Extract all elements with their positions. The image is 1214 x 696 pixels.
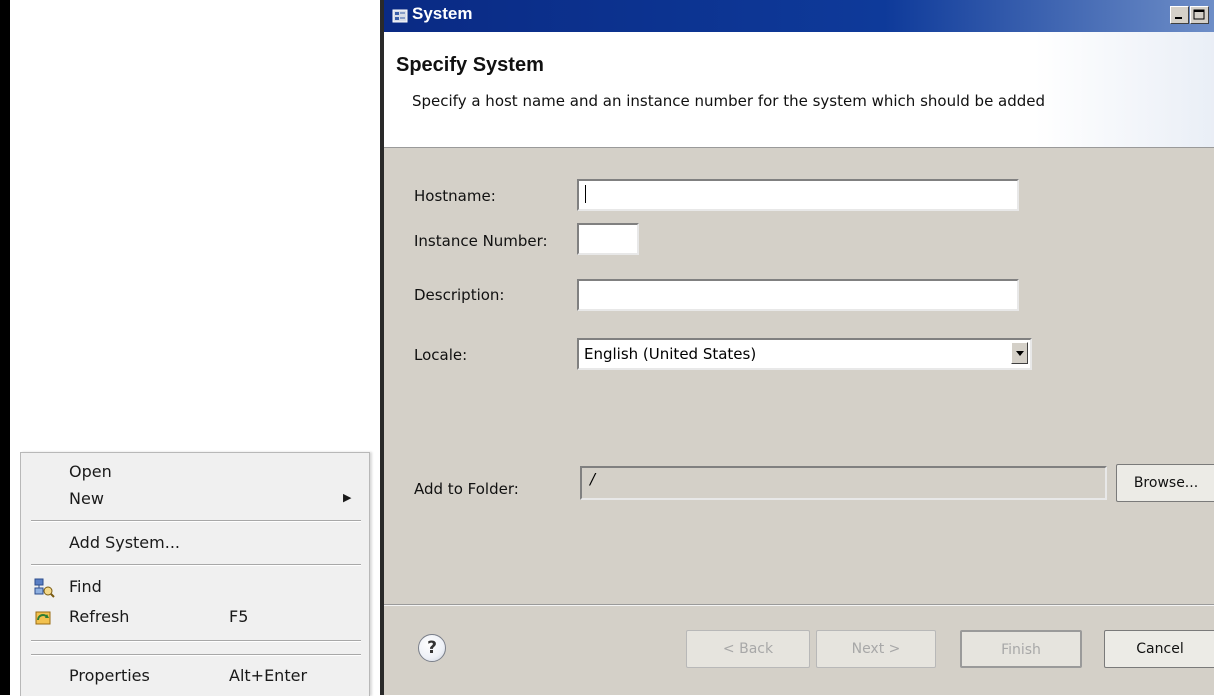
text-caret <box>585 185 586 203</box>
instance-number-label: Instance Number: <box>414 232 548 250</box>
refresh-icon <box>33 607 55 629</box>
description-input[interactable] <box>577 279 1019 311</box>
menu-item-shortcut: F5 <box>229 607 249 626</box>
finish-button[interactable]: Finish <box>960 630 1082 668</box>
cancel-button[interactable]: Cancel <box>1104 630 1214 668</box>
menu-item-label: Add System... <box>69 533 180 552</box>
minimize-button[interactable] <box>1170 6 1189 24</box>
menu-separator <box>31 520 361 522</box>
dialog-title: System <box>412 4 473 23</box>
locale-selected-value: English (United States) <box>584 345 757 363</box>
instance-number-input[interactable] <box>577 223 639 255</box>
menu-item-shortcut: Alt+Enter <box>229 666 308 685</box>
maximize-button[interactable] <box>1190 6 1209 24</box>
next-button[interactable]: Next > <box>816 630 936 668</box>
browse-button[interactable]: Browse... <box>1116 464 1214 502</box>
window-edge <box>0 0 10 695</box>
menu-item-label: New <box>69 489 104 508</box>
help-icon[interactable]: ? <box>418 634 446 662</box>
page-title: Specify System <box>396 54 544 76</box>
menu-item-properties[interactable]: Properties Alt+Enter <box>21 663 369 691</box>
hostname-input[interactable] <box>577 179 1019 211</box>
wizard-header: Specify System Specify a host name and a… <box>384 32 1214 148</box>
footer-separator <box>384 604 1214 606</box>
locale-label: Locale: <box>414 346 468 364</box>
menu-item-refresh[interactable]: Refresh F5 <box>21 604 369 632</box>
menu-item-add-system[interactable]: Add System... <box>21 530 369 558</box>
add-to-folder-input[interactable]: / <box>580 466 1107 500</box>
menu-item-open[interactable]: Open <box>21 459 369 487</box>
menu-item-label: Refresh <box>69 607 130 626</box>
page-description: Specify a host name and an instance numb… <box>412 92 1046 110</box>
dialog-titlebar: System <box>384 0 1214 32</box>
menu-item-find[interactable]: Find <box>21 574 369 602</box>
description-label: Description: <box>414 286 505 304</box>
system-dialog: System Specify System Specify a host nam… <box>380 0 1214 695</box>
find-icon <box>33 577 55 599</box>
context-menu: Open New ▶ Add System... Find Refresh F5… <box>20 452 370 696</box>
menu-separator <box>31 640 361 642</box>
add-to-folder-label: Add to Folder: <box>414 480 519 498</box>
menu-separator <box>31 654 361 656</box>
submenu-arrow-icon: ▶ <box>343 491 352 504</box>
menu-separator <box>31 564 361 566</box>
dropdown-arrow-icon[interactable] <box>1011 342 1028 364</box>
menu-item-new[interactable]: New ▶ <box>21 486 369 514</box>
locale-select[interactable]: English (United States) <box>577 338 1032 370</box>
back-button[interactable]: < Back <box>686 630 810 668</box>
menu-item-label: Find <box>69 577 102 596</box>
window-icon <box>392 8 408 24</box>
hostname-label: Hostname: <box>414 187 496 205</box>
menu-item-label: Open <box>69 462 112 481</box>
menu-item-label: Properties <box>69 666 150 685</box>
